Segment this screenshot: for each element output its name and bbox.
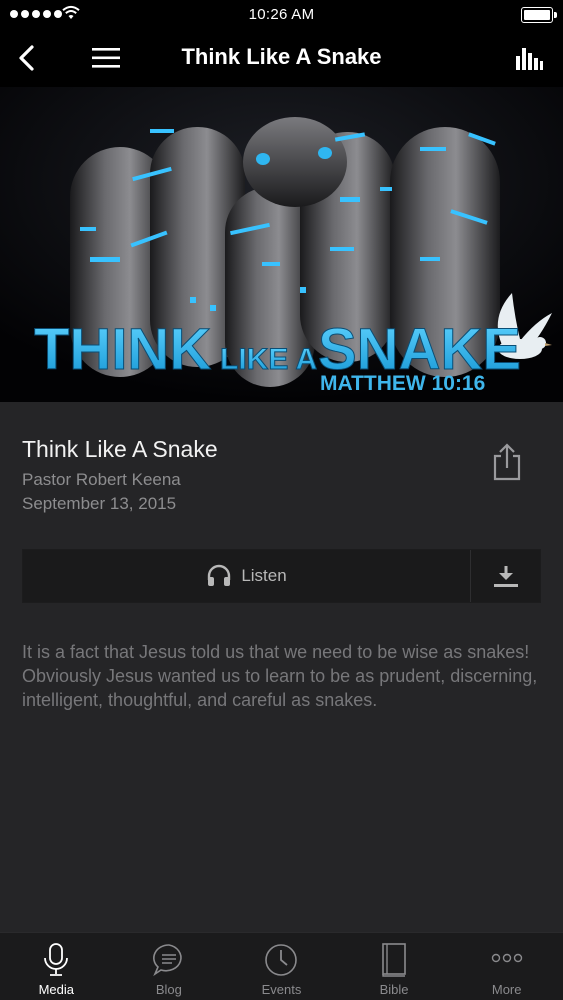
status-time: 10:26 AM	[248, 6, 315, 23]
artwork-title-think: THINK	[34, 317, 211, 382]
bar-chart-icon[interactable]	[513, 42, 545, 74]
sermon-description: It is a fact that Jesus told us that we …	[22, 640, 542, 712]
download-icon	[494, 566, 518, 587]
artwork-scripture-reference: MATTHEW 10:16	[320, 372, 485, 395]
tab-label: Media	[38, 982, 74, 997]
sermon-title: Think Like A Snake	[22, 436, 218, 462]
sermon-speaker: Pastor Robert Keena	[22, 470, 181, 489]
tab-bar: Media Blog Events Bible More	[0, 932, 563, 1000]
more-dots-icon	[487, 941, 527, 979]
tab-more[interactable]: More	[450, 933, 563, 1000]
description-paragraph: Obviously Jesus wanted us to learn to be…	[22, 666, 538, 710]
media-actions: Listen	[22, 549, 541, 603]
artwork-title-like-a: LIKE A	[220, 343, 317, 376]
navigation-bar: Think Like A Snake	[0, 30, 563, 87]
tab-label: Blog	[155, 982, 182, 997]
chat-bubble-icon	[149, 941, 189, 979]
sermon-artwork: THINK LIKE A SNAKE MATTHEW 10:16	[0, 87, 563, 402]
headphones-icon	[208, 564, 231, 586]
tab-label: Bible	[379, 982, 409, 997]
page-title: Think Like A Snake	[181, 44, 382, 69]
chevron-left-icon[interactable]	[10, 40, 46, 76]
listen-button[interactable]: Listen	[23, 550, 470, 602]
listen-label: Listen	[241, 566, 287, 585]
description-paragraph: It is a fact that Jesus told us that we …	[22, 642, 530, 662]
sermon-date: September 13, 2015	[22, 494, 177, 513]
download-button[interactable]	[471, 550, 541, 602]
status-bar: 10:26 AM	[0, 0, 563, 30]
clock-icon	[261, 941, 301, 979]
tab-blog[interactable]: Blog	[113, 933, 226, 1000]
snake-artwork-image: THINK LIKE A SNAKE MATTHEW 10:16	[0, 87, 563, 402]
tab-events[interactable]: Events	[225, 933, 338, 1000]
tab-bible[interactable]: Bible	[338, 933, 451, 1000]
hamburger-menu-icon[interactable]	[88, 42, 124, 74]
tab-media[interactable]: Media	[0, 933, 113, 1000]
book-icon	[374, 941, 414, 979]
tab-label: More	[491, 982, 522, 997]
tab-label: Events	[261, 982, 302, 997]
microphone-icon	[36, 941, 76, 979]
share-icon[interactable]	[490, 442, 524, 482]
battery-icon	[521, 7, 557, 23]
